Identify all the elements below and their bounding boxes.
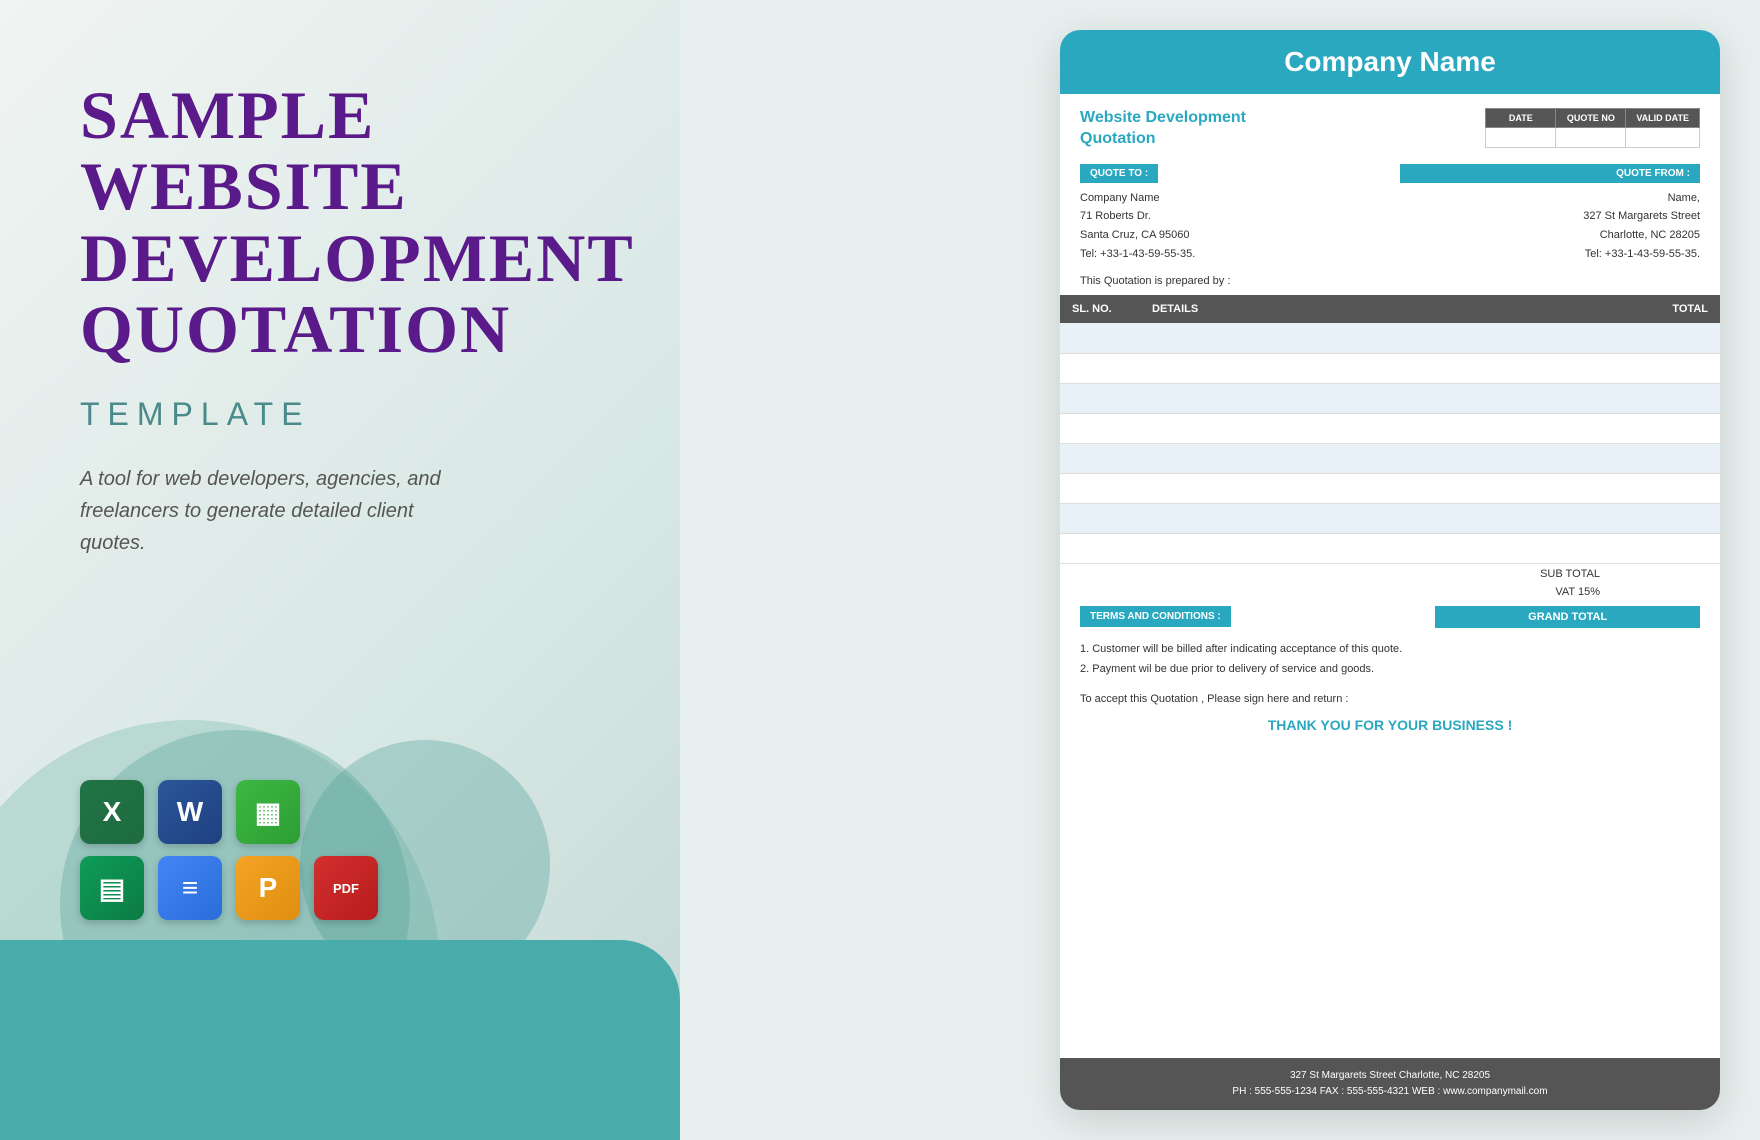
client-name: Company Name [1080,189,1380,208]
items-table: SL. NO. DETAILS TOTAL [1060,295,1720,564]
subtotal-label: SUB TOTAL [1520,568,1620,580]
pdf-icon: PDF [314,856,378,920]
vat-value [1620,586,1700,598]
footer-line1: 327 St Margarets Street Charlotte, NC 28… [1070,1068,1710,1084]
client-address: Company Name 71 Roberts Dr. Santa Cruz, … [1080,189,1380,264]
document: Company Name Website Development Quotati… [1060,30,1720,1110]
quote-to-label: QUOTE TO : [1080,164,1158,183]
table-row [1060,413,1720,443]
col-total-header: TOTAL [1620,295,1720,323]
description: A tool for web developers, agencies, and… [80,463,460,559]
sl-6 [1060,473,1140,503]
word-icon: W [158,780,222,844]
quote-no-header: QUOTE NO [1556,109,1626,128]
details-3 [1140,383,1620,413]
app-icons: X W ▦ ▤ ≡ P PDF [80,780,378,920]
icon-row-2: ▤ ≡ P PDF [80,856,378,920]
quote-addresses: QUOTE TO : Company Name 71 Roberts Dr. S… [1060,158,1720,270]
details-4 [1140,413,1620,443]
table-row [1060,443,1720,473]
col-details-header: DETAILS [1140,295,1620,323]
left-panel: SAMPLEWEBSITEDEVELOPMENTQUOTATION TEMPLA… [0,0,680,1140]
date-table: DATE QUOTE NO VALID DATE [1485,108,1700,148]
vat-label: VAT 15% [1520,586,1620,598]
terms-label: TERMS AND CONDITIONS : [1080,606,1231,627]
date-value[interactable] [1486,128,1556,148]
quote-title: Website Development Quotation [1080,108,1475,150]
total-2 [1620,353,1720,383]
doc-footer: 327 St Margarets Street Charlotte, NC 28… [1060,1058,1720,1110]
sub-title: TEMPLATE [80,396,620,433]
details-1 [1140,323,1620,353]
client-tel: Tel: +33-1-43-59-55-35. [1080,245,1380,264]
quote-no-value[interactable] [1556,128,1626,148]
from-address: Name, 327 St Margarets Street Charlotte,… [1400,189,1700,264]
sl-8 [1060,533,1140,563]
table-row [1060,503,1720,533]
total-3 [1620,383,1720,413]
subtotal-value [1620,568,1700,580]
sign-here: To accept this Quotation , Please sign h… [1060,685,1720,709]
document-panel: Company Name Website Development Quotati… [1060,30,1720,1110]
table-row [1060,473,1720,503]
company-name-header: Company Name [1060,30,1720,94]
table-row [1060,353,1720,383]
sl-3 [1060,383,1140,413]
title-row: Website Development Quotation DATE QUOTE… [1060,94,1720,158]
total-7 [1620,503,1720,533]
details-8 [1140,533,1620,563]
client-address1: 71 Roberts Dr. [1080,207,1380,226]
client-address2: Santa Cruz, CA 95060 [1080,226,1380,245]
total-5 [1620,443,1720,473]
icon-row-1: X W ▦ [80,780,378,844]
quote-to-block: QUOTE TO : Company Name 71 Roberts Dr. S… [1080,164,1380,264]
docs-icon: ≡ [158,856,222,920]
table-row [1060,533,1720,563]
footer-line2: PH : 555-555-1234 FAX : 555-555-4321 WEB… [1070,1084,1710,1100]
subtotal-row: SUB TOTAL [1060,564,1720,582]
total-6 [1620,473,1720,503]
excel-icon: X [80,780,144,844]
main-title: SAMPLEWEBSITEDEVELOPMENTQUOTATION [80,80,620,366]
valid-date-value[interactable] [1626,128,1700,148]
sl-7 [1060,503,1140,533]
table-row [1060,323,1720,353]
from-tel: Tel: +33-1-43-59-55-35. [1400,245,1700,264]
table-row [1060,383,1720,413]
pages-icon: P [236,856,300,920]
sl-1 [1060,323,1140,353]
terms-text: 1. Customer will be billed after indicat… [1060,634,1720,686]
valid-date-header: VALID DATE [1626,109,1700,128]
term-2: 2. Payment wil be due prior to delivery … [1080,660,1700,680]
sl-4 [1060,413,1140,443]
prepared-by: This Quotation is prepared by : [1060,269,1720,295]
vat-row: VAT 15% [1060,582,1720,600]
from-name: Name, [1400,189,1700,208]
terms-total-row: TERMS AND CONDITIONS : GRAND TOTAL [1060,600,1720,634]
details-7 [1140,503,1620,533]
details-5 [1140,443,1620,473]
numbers-icon: ▦ [236,780,300,844]
from-address1: 327 St Margarets Street [1400,207,1700,226]
details-6 [1140,473,1620,503]
grand-total-label: GRAND TOTAL [1435,606,1700,628]
quote-from-label: QUOTE FROM : [1400,164,1700,183]
sheets-icon: ▤ [80,856,144,920]
thank-you: THANK YOU FOR YOUR BUSINESS ! [1060,709,1720,741]
total-8 [1620,533,1720,563]
sl-5 [1060,443,1140,473]
from-address2: Charlotte, NC 28205 [1400,226,1700,245]
date-header: DATE [1486,109,1556,128]
details-2 [1140,353,1620,383]
total-4 [1620,413,1720,443]
sl-2 [1060,353,1140,383]
col-sl-header: SL. NO. [1060,295,1140,323]
total-1 [1620,323,1720,353]
quote-from-block: QUOTE FROM : Name, 327 St Margarets Stre… [1400,164,1700,264]
term-1: 1. Customer will be billed after indicat… [1080,640,1700,660]
